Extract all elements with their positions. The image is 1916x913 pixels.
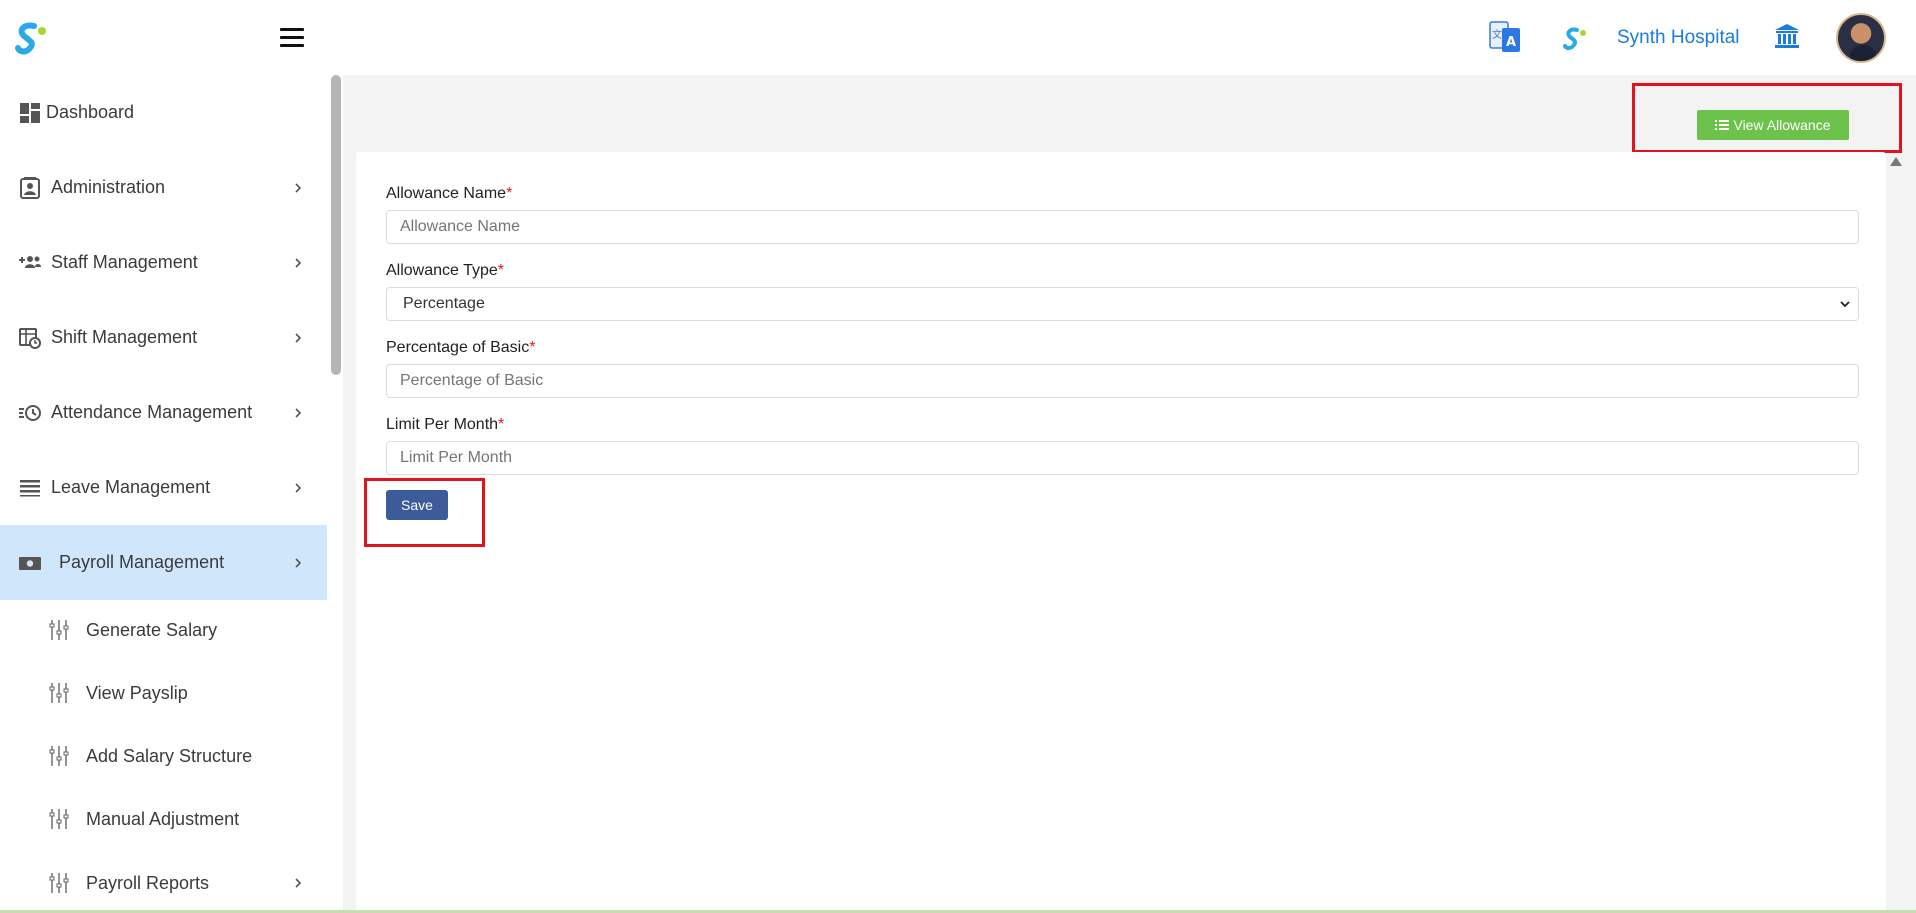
required-mark: * — [506, 185, 513, 202]
sidebar-subitem-manual-adjustment[interactable]: Manual Adjustment — [0, 789, 327, 849]
sidebar-subitem-label: Payroll Reports — [86, 872, 210, 893]
chevron-right-icon — [295, 557, 302, 568]
sidebar-subitem-payroll-reports[interactable]: Payroll Reports — [0, 853, 327, 913]
sliders-icon — [49, 683, 69, 703]
hamburger-line — [280, 36, 304, 39]
menu-toggle-button[interactable] — [280, 28, 304, 48]
sliders-icon — [49, 873, 69, 893]
sidebar-subitem-generate-salary[interactable]: Generate Salary — [0, 600, 327, 660]
money-icon — [19, 556, 41, 570]
highlight-box-view-allowance — [1632, 83, 1902, 153]
chevron-right-icon — [295, 332, 302, 343]
hospital-logo-icon — [1563, 27, 1586, 51]
hospital-name[interactable]: Synth Hospital — [1617, 27, 1740, 49]
sliders-icon — [49, 809, 69, 829]
percentage-of-basic-label: Percentage of Basic* — [386, 339, 535, 357]
svg-text:A: A — [1506, 35, 1516, 50]
allowance-form-card — [356, 152, 1886, 913]
sidebar-item-label: Attendance Management — [51, 402, 253, 422]
sidebar-subitem-view-payslip[interactable]: View Payslip — [0, 663, 327, 723]
sidebar-item-staff-management[interactable]: Staff Management — [0, 225, 327, 300]
allowance-type-label: Allowance Type* — [386, 262, 504, 280]
translate-icon[interactable]: A 文 — [1488, 18, 1522, 56]
allowance-type-select[interactable]: Percentage — [386, 287, 1859, 321]
chevron-right-icon — [295, 878, 302, 888]
sidebar-subitem-label: Generate Salary — [86, 619, 218, 640]
sidebar-item-label: Administration — [51, 177, 166, 197]
percentage-of-basic-input[interactable] — [386, 364, 1859, 398]
sliders-icon — [49, 620, 69, 640]
app-root: A 文 Synth Hospital Dashboard Administrat… — [0, 0, 1916, 913]
sidebar-subitem-label: Add Salary Structure — [86, 745, 253, 766]
allowance-name-label: Allowance Name* — [386, 185, 512, 203]
hamburger-line — [280, 44, 304, 47]
sidebar-item-shift-management[interactable]: Shift Management — [0, 300, 327, 375]
limit-per-month-input[interactable] — [386, 441, 1859, 475]
highlight-box-save — [364, 478, 485, 547]
contact-card-icon — [20, 176, 40, 199]
sidebar-item-label: Leave Management — [51, 477, 211, 497]
chevron-down-icon — [1840, 301, 1850, 308]
label-text: Limit Per Month — [386, 416, 499, 433]
selected-value: Percentage — [403, 295, 485, 312]
svg-text:文: 文 — [1492, 28, 1502, 41]
dashboard-icon — [20, 102, 40, 123]
app-logo-icon[interactable] — [10, 18, 50, 58]
sidebar-item-label: Shift Management — [51, 327, 198, 347]
required-mark: * — [497, 262, 505, 279]
chevron-right-icon — [295, 482, 302, 493]
scroll-up-arrow-icon[interactable] — [1890, 157, 1902, 166]
sidebar-nav: Dashboard Administration Staff Managemen… — [0, 75, 327, 913]
sidebar-item-label: Payroll Management — [59, 552, 225, 572]
history-icon — [19, 404, 41, 421]
required-mark: * — [529, 339, 536, 356]
calendar-clock-icon — [19, 327, 41, 349]
sidebar-item-label: Staff Management — [51, 252, 198, 272]
sidebar-item-label: Dashboard — [46, 102, 135, 122]
hamburger-line — [280, 28, 304, 31]
top-header: A 文 Synth Hospital — [0, 0, 1916, 75]
sidebar-item-dashboard[interactable]: Dashboard — [0, 75, 327, 150]
chevron-right-icon — [295, 182, 302, 193]
user-avatar[interactable] — [1836, 13, 1886, 63]
sidebar-item-attendance-management[interactable]: Attendance Management — [0, 375, 327, 450]
limit-per-month-label: Limit Per Month* — [386, 416, 504, 434]
allowance-name-input[interactable] — [386, 210, 1859, 244]
label-text: Percentage of Basic — [386, 339, 530, 356]
add-group-icon — [19, 255, 41, 268]
required-mark: * — [498, 416, 505, 433]
sidebar-item-leave-management[interactable]: Leave Management — [0, 450, 327, 525]
list-lines-icon — [20, 479, 40, 496]
sidebar-subitem-label: View Payslip — [86, 682, 188, 703]
chevron-right-icon — [295, 257, 302, 268]
sidebar-item-administration[interactable]: Administration — [0, 150, 327, 225]
label-text: Allowance Name — [386, 185, 507, 202]
sidebar-item-payroll-management[interactable]: Payroll Management — [0, 525, 327, 600]
label-text: Allowance Type — [386, 262, 498, 279]
chevron-right-icon — [295, 407, 302, 418]
sidebar-subitem-add-salary-structure[interactable]: Add Salary Structure — [0, 726, 327, 786]
institution-icon[interactable] — [1773, 22, 1801, 50]
sidebar-scrollbar[interactable] — [331, 75, 341, 375]
sidebar-subitem-label: Manual Adjustment — [86, 808, 240, 829]
sliders-icon — [49, 746, 69, 766]
